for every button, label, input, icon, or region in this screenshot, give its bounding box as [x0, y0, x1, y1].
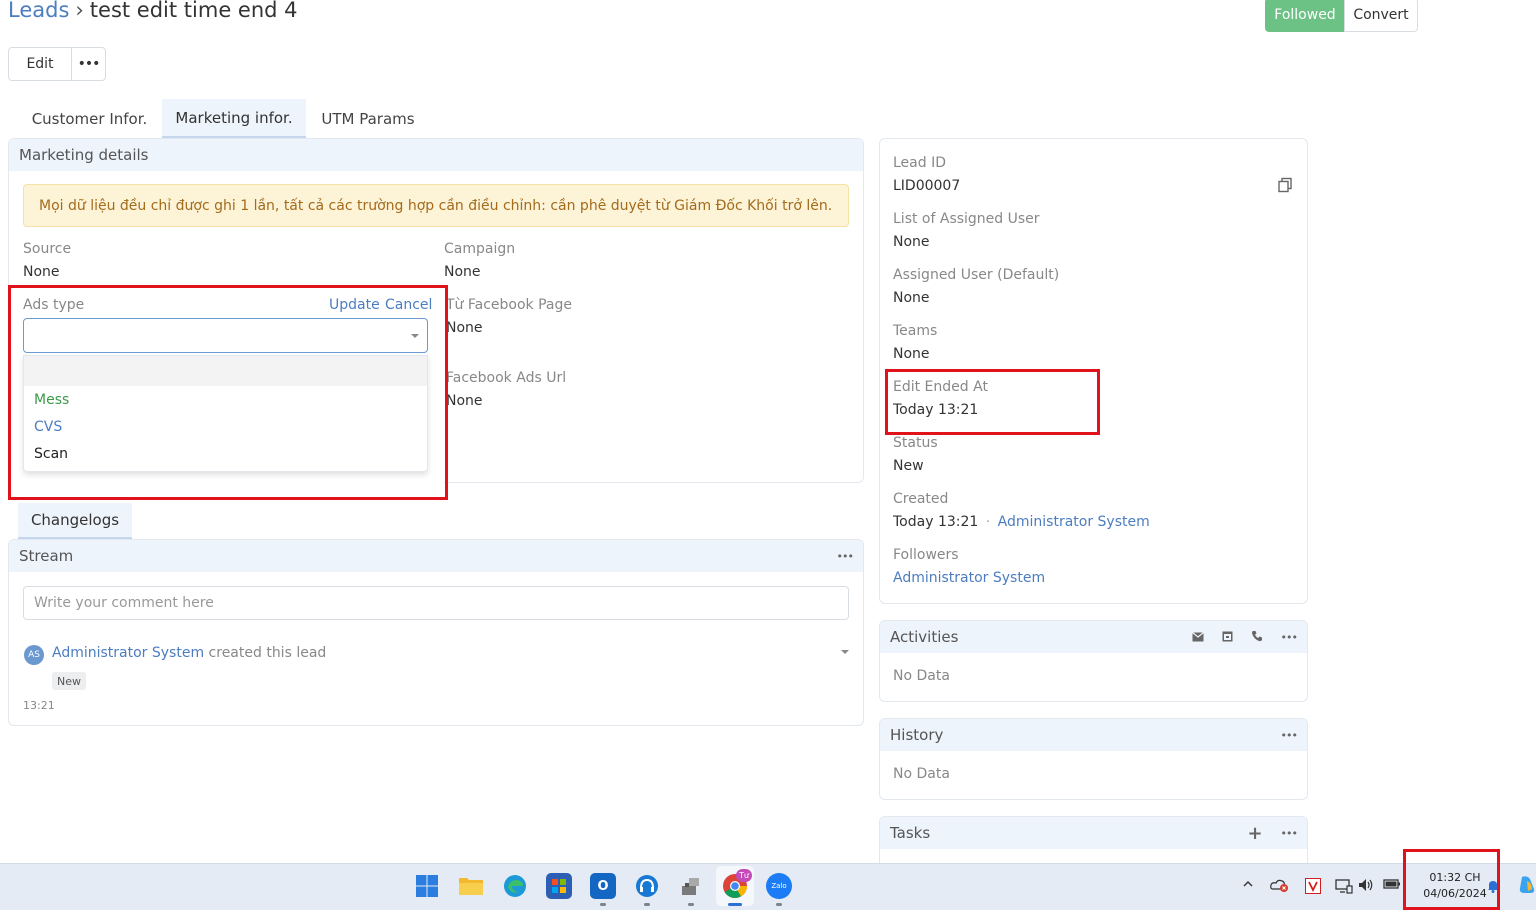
copy-icon[interactable]	[1277, 177, 1293, 193]
tool-app-icon[interactable]	[678, 873, 704, 899]
chrome-running-indicator	[728, 903, 742, 906]
stream-entry-user[interactable]: Administrator System	[52, 645, 204, 661]
entry-dropdown-icon[interactable]	[841, 650, 849, 654]
email-icon[interactable]	[1191, 628, 1204, 646]
tasks-menu-icon[interactable]: •••	[1281, 827, 1298, 840]
history-panel: History •••	[879, 718, 1308, 800]
volume-icon[interactable]	[1358, 878, 1374, 896]
headset-running-indicator	[644, 903, 650, 906]
stream-panel: Stream •••	[8, 539, 864, 726]
display-network-icon[interactable]	[1335, 878, 1353, 898]
stream-entry-action: created this lead	[208, 645, 327, 661]
history-title: History	[890, 726, 944, 744]
source-value: None	[23, 264, 60, 280]
followers-label: Followers	[893, 547, 959, 563]
stream-title: Stream	[19, 547, 74, 565]
notification-bell-icon[interactable]	[1487, 879, 1499, 897]
file-explorer-icon[interactable]	[458, 873, 484, 899]
phone-icon[interactable]	[1251, 628, 1263, 646]
highlight-box-ads-type	[8, 285, 448, 500]
assigned-user-list-value: None	[893, 234, 930, 250]
assigned-user-default-value: None	[893, 290, 930, 306]
teams-label: Teams	[893, 323, 938, 339]
stream-entry-time: 13:21	[23, 699, 55, 712]
status-value: New	[893, 458, 924, 474]
windows-start-icon[interactable]	[414, 873, 440, 899]
headset-app-icon[interactable]	[634, 873, 660, 899]
convert-button[interactable]: Convert	[1344, 0, 1418, 32]
chrome-profile-badge: Tư	[736, 869, 752, 882]
created-value: Today 13:21	[893, 514, 979, 530]
campaign-label: Campaign	[444, 241, 516, 257]
tab-changelogs[interactable]: Changelogs	[18, 503, 132, 539]
copilot-icon[interactable]	[1518, 875, 1536, 899]
assigned-user-list-label: List of Assigned User	[893, 211, 1040, 227]
facebook-ads-url-label: Facebook Ads Url	[446, 370, 567, 386]
store-icon[interactable]	[546, 873, 572, 899]
status-badge: New	[52, 672, 86, 690]
assigned-user-default-label: Assigned User (Default)	[893, 267, 1060, 283]
stream-header: Stream •••	[9, 540, 863, 572]
activities-menu-icon[interactable]: •••	[1281, 631, 1298, 644]
stream-entry: Administrator System created this lead	[52, 645, 326, 661]
activities-empty: No Data	[893, 668, 950, 684]
tasks-actions: + •••	[1247, 823, 1298, 844]
created-row: Today 13:21 · Administrator System	[893, 514, 1150, 530]
edge-browser-icon[interactable]	[502, 873, 528, 899]
tasks-title: Tasks	[890, 824, 931, 842]
created-by-link[interactable]: Administrator System	[998, 514, 1150, 530]
stream-menu-icon[interactable]: •••	[837, 550, 854, 563]
lead-id-value: LID00007	[893, 178, 961, 194]
tab-marketing-infor[interactable]: Marketing infor.	[162, 99, 306, 138]
status-label: Status	[893, 435, 938, 451]
tab-customer-infor[interactable]: Customer Infor.	[20, 99, 159, 138]
zalo-running-indicator	[776, 903, 782, 906]
page-title: test edit time end 4	[89, 0, 298, 22]
facebook-ads-url-value: None	[446, 393, 483, 409]
comment-input[interactable]: Write your comment here	[23, 586, 849, 620]
highlight-box-clock	[1403, 849, 1500, 910]
history-header: History •••	[880, 719, 1307, 751]
tab-utm-params[interactable]: UTM Params	[309, 99, 427, 138]
activities-header: Activities •••	[880, 621, 1307, 653]
breadcrumb-leads-link[interactable]: Leads	[8, 0, 69, 22]
teams-value: None	[893, 346, 930, 362]
breadcrumb: Leads › test edit time end 4	[8, 0, 298, 24]
history-menu-icon[interactable]: •••	[1281, 729, 1298, 742]
followed-button[interactable]: Followed	[1265, 0, 1345, 32]
calendar-icon[interactable]	[1222, 628, 1233, 646]
more-actions-button[interactable]: •••	[71, 47, 106, 81]
tasks-header: Tasks + •••	[880, 817, 1307, 849]
facebook-page-label: Từ Facebook Page	[446, 297, 572, 313]
marketing-details-title: Marketing details	[9, 139, 863, 171]
vivaldi-tray-icon[interactable]	[1305, 878, 1321, 898]
onedrive-error-icon[interactable]	[1270, 878, 1290, 896]
activities-panel: Activities •••	[879, 620, 1308, 702]
zalo-icon[interactable]: Zalo	[766, 873, 792, 899]
followers-link[interactable]: Administrator System	[893, 570, 1045, 586]
avatar: AS	[24, 645, 44, 665]
outlook-icon[interactable]: O	[590, 873, 616, 899]
tool-running-indicator	[688, 903, 694, 906]
source-label: Source	[23, 241, 72, 257]
lead-id-label: Lead ID	[893, 155, 946, 171]
activities-actions: •••	[1191, 628, 1298, 646]
edit-button[interactable]: Edit	[8, 47, 72, 81]
outlook-running-indicator	[600, 903, 606, 906]
created-separator: ·	[985, 514, 991, 530]
facebook-page-value: None	[446, 320, 483, 336]
history-empty: No Data	[893, 766, 950, 782]
campaign-value: None	[444, 264, 481, 280]
add-task-icon[interactable]: +	[1247, 823, 1262, 844]
highlight-box-edit-ended	[885, 369, 1100, 435]
activities-title: Activities	[890, 628, 959, 646]
tray-chevron-up-icon[interactable]	[1242, 878, 1254, 894]
created-label: Created	[893, 491, 949, 507]
battery-icon[interactable]	[1383, 878, 1401, 894]
breadcrumb-separator: ›	[75, 0, 84, 22]
warning-alert: Mọi dữ liệu đều chỉ được ghi 1 lần, tất …	[23, 184, 849, 227]
